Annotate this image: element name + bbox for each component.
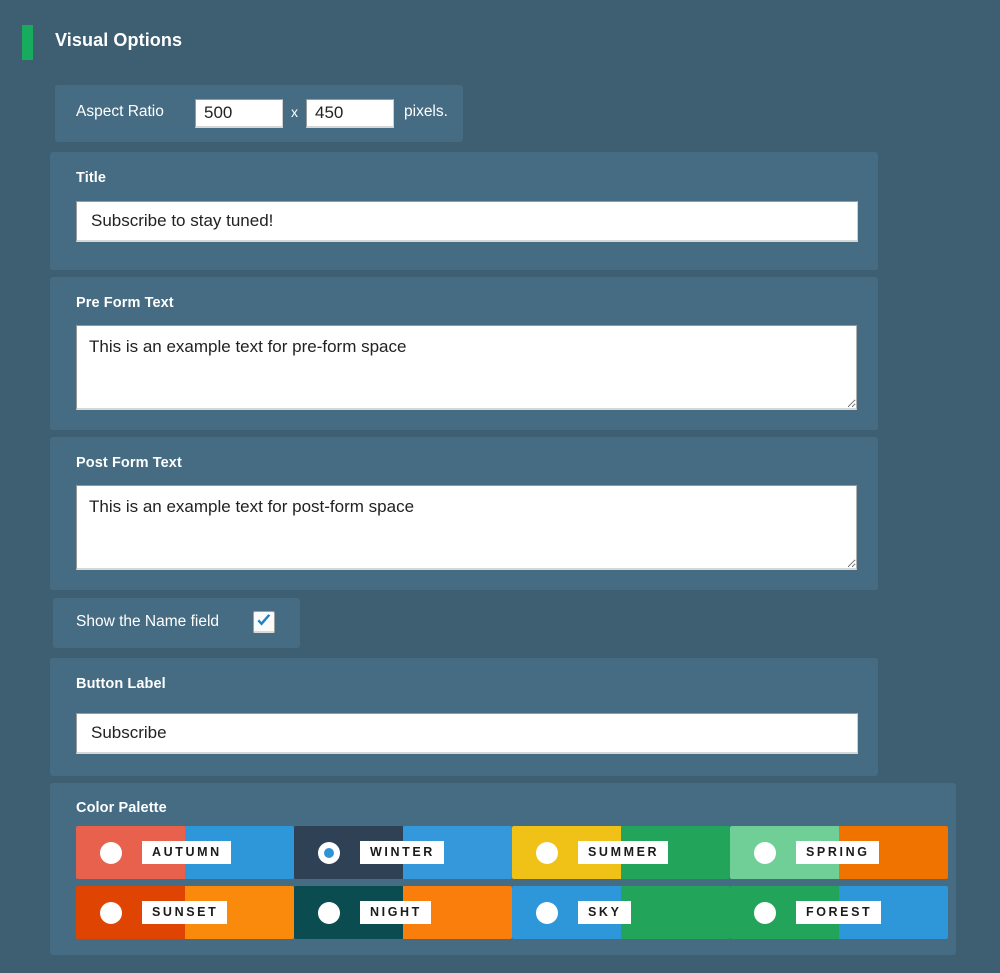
page-title: Visual Options [55, 30, 183, 50]
aspect-ratio-label: Aspect Ratio [76, 103, 164, 120]
palette-radio[interactable] [100, 842, 122, 864]
color-palette-grid: AUTUMN WINTER SUMMER SPRING SUNSET NIGHT… [76, 826, 956, 946]
aspect-ratio-width-input[interactable] [195, 99, 283, 128]
palette-option-autumn[interactable]: AUTUMN [76, 826, 294, 879]
post-form-text-panel: Post Form Text This is an example text f… [50, 437, 878, 590]
title-field-label: Title [76, 170, 107, 186]
palette-option-forest[interactable]: FOREST [730, 886, 948, 939]
palette-radio[interactable] [536, 842, 558, 864]
palette-radio[interactable] [318, 902, 340, 924]
palette-name: SUNSET [142, 901, 228, 924]
palette-name: SPRING [796, 841, 879, 864]
button-label-field-label: Button Label [76, 676, 166, 692]
palette-name: SUMMER [578, 841, 669, 864]
color-palette-panel: Color Palette AUTUMN WINTER SUMMER SPRIN… [50, 783, 956, 955]
palette-radio[interactable] [754, 842, 776, 864]
palette-option-winter[interactable]: WINTER [294, 826, 512, 879]
palette-name: WINTER [360, 841, 444, 864]
color-palette-label: Color Palette [76, 800, 167, 816]
palette-name: FOREST [796, 901, 882, 924]
page-header: Visual Options [0, 0, 1000, 80]
show-name-field-label: Show the Name field [76, 613, 220, 630]
palette-name: SKY [578, 901, 631, 924]
palette-radio[interactable] [318, 842, 340, 864]
post-form-text-textarea[interactable]: This is an example text for post-form sp… [76, 485, 857, 570]
palette-name: AUTUMN [142, 841, 231, 864]
palette-option-summer[interactable]: SUMMER [512, 826, 730, 879]
button-label-panel: Button Label [50, 658, 878, 776]
aspect-ratio-separator: x [291, 104, 298, 120]
palette-radio[interactable] [754, 902, 776, 924]
palette-radio[interactable] [100, 902, 122, 924]
palette-option-spring[interactable]: SPRING [730, 826, 948, 879]
aspect-ratio-panel: Aspect Ratio x pixels. [55, 85, 463, 142]
aspect-ratio-suffix: pixels. [404, 103, 448, 120]
palette-swatch-right [621, 886, 730, 939]
palette-option-sky[interactable]: SKY [512, 886, 730, 939]
show-name-field-panel: Show the Name field [53, 598, 300, 648]
palette-radio[interactable] [536, 902, 558, 924]
post-form-text-label: Post Form Text [76, 455, 182, 471]
title-input[interactable] [76, 201, 858, 242]
accent-bar-icon [22, 25, 33, 60]
checkmark-icon [257, 614, 271, 626]
button-label-input[interactable] [76, 713, 858, 754]
pre-form-text-panel: Pre Form Text This is an example text fo… [50, 277, 878, 430]
pre-form-text-label: Pre Form Text [76, 295, 174, 311]
palette-option-night[interactable]: NIGHT [294, 886, 512, 939]
title-panel: Title [50, 152, 878, 270]
pre-form-text-textarea[interactable]: This is an example text for pre-form spa… [76, 325, 857, 410]
visual-options-page: Visual Options Aspect Ratio x pixels. Ti… [0, 0, 1000, 973]
aspect-ratio-height-input[interactable] [306, 99, 394, 128]
palette-radio-dot [324, 848, 334, 858]
palette-option-sunset[interactable]: SUNSET [76, 886, 294, 939]
show-name-field-checkbox[interactable] [253, 611, 275, 633]
palette-name: NIGHT [360, 901, 431, 924]
